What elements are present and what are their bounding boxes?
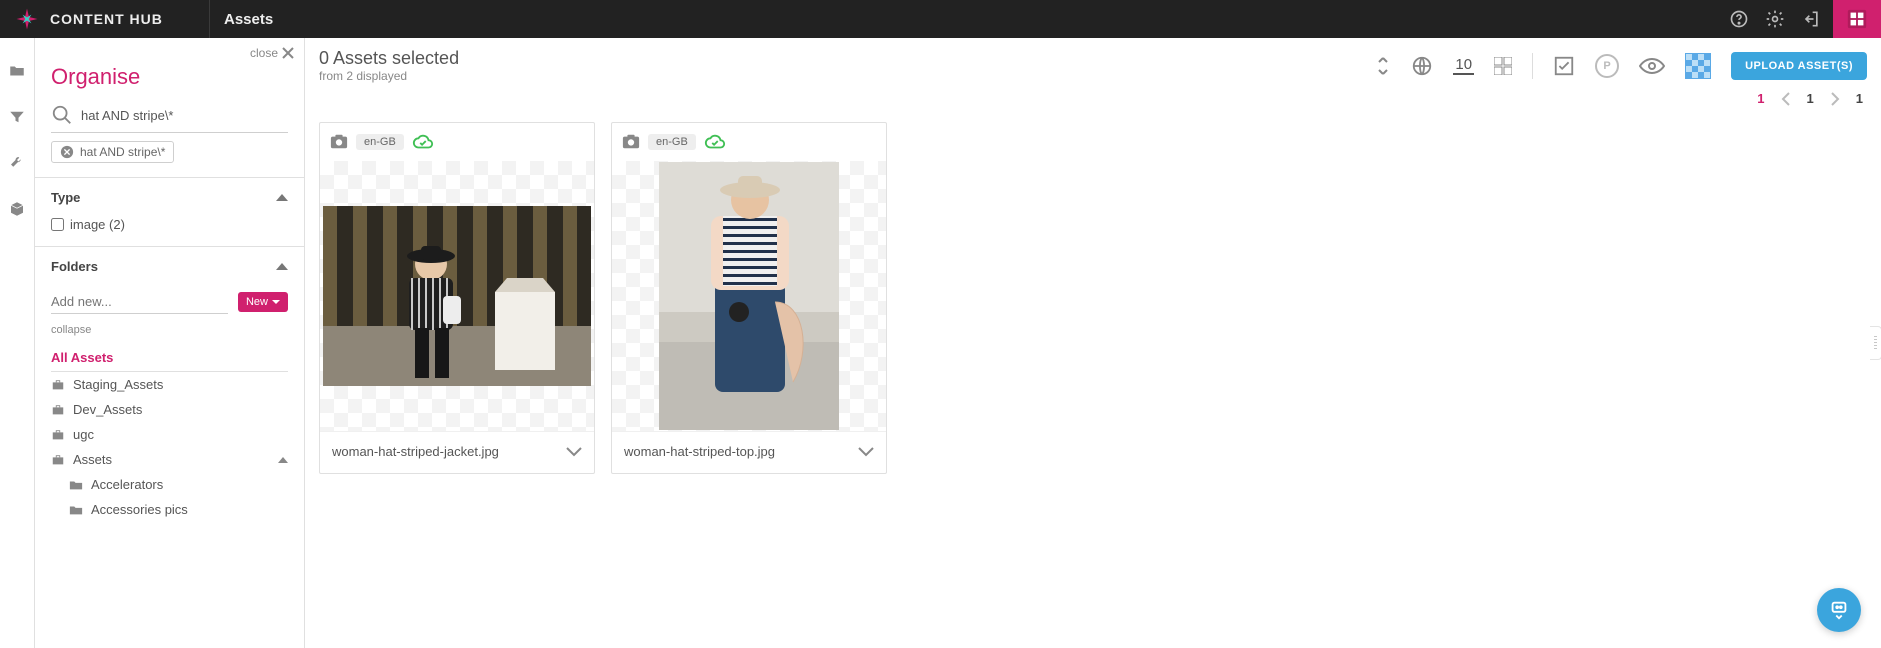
cloud-icon	[412, 131, 434, 153]
pager: 1 1 1	[305, 89, 1881, 116]
folder-item[interactable]: Accessories pics	[51, 497, 288, 522]
briefcase-icon	[51, 403, 65, 417]
folder-label: Staging_Assets	[73, 377, 163, 392]
main-panel: 0 Assets selected from 2 displayed 10 P …	[305, 38, 1881, 648]
folder-label: ugc	[73, 427, 94, 442]
folder-item[interactable]: Assets	[51, 447, 288, 472]
locale-badge: en-GB	[648, 134, 696, 150]
sidebar-close[interactable]: close	[35, 38, 304, 60]
folders-section-header[interactable]: Folders	[35, 247, 304, 286]
sidebar: close Organise hat AND stripe\* Type ima…	[35, 38, 305, 648]
caret-down-icon	[272, 300, 280, 304]
brand-text: CONTENT HUB	[50, 11, 163, 27]
chevron-up-icon	[276, 263, 288, 270]
header-actions	[1717, 9, 1833, 29]
all-assets-link[interactable]: All Assets	[51, 344, 288, 372]
folder-label: Accelerators	[91, 477, 163, 492]
chip-remove-icon[interactable]	[60, 145, 74, 159]
chevron-down-icon[interactable]	[858, 447, 874, 457]
photo-icon	[622, 133, 640, 151]
new-btn-label: New	[246, 296, 268, 308]
chevron-up-icon	[276, 194, 288, 201]
globe-icon[interactable]	[1411, 55, 1433, 77]
page-title: Assets	[210, 11, 287, 28]
chevron-down-icon[interactable]	[566, 447, 582, 457]
locale-badge: en-GB	[356, 134, 404, 150]
pager-next-icon[interactable]	[1830, 92, 1840, 106]
folder-label: Assets	[73, 452, 112, 467]
close-icon	[282, 47, 294, 59]
brand-icon	[14, 6, 40, 32]
app-header: CONTENT HUB Assets	[0, 0, 1881, 38]
folder-label: Accessories pics	[91, 502, 188, 517]
pager-last[interactable]: 1	[1856, 91, 1863, 106]
asset-grid: en-GB woman-hat-striped-jacket.jpg en-GB	[305, 116, 1881, 480]
pager-current: 1	[1807, 91, 1814, 106]
search-input[interactable]	[51, 102, 288, 133]
search-icon	[51, 104, 73, 126]
preview-icon[interactable]	[1639, 57, 1665, 75]
photo-icon	[330, 133, 348, 151]
asset-card[interactable]: en-GB woman-hat-striped-top.jpg	[611, 122, 887, 474]
add-folder-input[interactable]	[51, 290, 228, 314]
asset-card[interactable]: en-GB woman-hat-striped-jacket.jpg	[319, 122, 595, 474]
filter-icon[interactable]	[8, 108, 26, 126]
folder-icon[interactable]	[8, 62, 26, 80]
brand-block[interactable]: CONTENT HUB	[0, 0, 210, 38]
selection-subtitle: from 2 displayed	[319, 69, 459, 83]
page-size[interactable]: 10	[1453, 56, 1474, 75]
folder-item[interactable]: Staging_Assets	[51, 372, 288, 397]
chevron-up-icon	[278, 457, 288, 463]
type-section-header[interactable]: Type	[35, 178, 304, 217]
grid-view-icon[interactable]	[1494, 57, 1512, 75]
folder-icon	[69, 478, 83, 492]
logout-icon[interactable]	[1801, 9, 1821, 29]
chat-bubble[interactable]	[1817, 588, 1861, 632]
chip-text: hat AND stripe\*	[80, 145, 165, 159]
pager-first[interactable]: 1	[1757, 91, 1764, 106]
toolbar: 0 Assets selected from 2 displayed 10 P …	[305, 38, 1881, 89]
search-chip[interactable]: hat AND stripe\*	[51, 141, 174, 163]
briefcase-icon	[51, 428, 65, 442]
help-icon[interactable]	[1729, 9, 1749, 29]
folders-title: Folders	[51, 259, 98, 274]
pager-prev-icon[interactable]	[1781, 92, 1791, 106]
search-field[interactable]	[81, 108, 288, 123]
image-checkbox[interactable]	[51, 218, 64, 231]
select-all-icon[interactable]	[1553, 55, 1575, 77]
type-title: Type	[51, 190, 80, 205]
panel-handle[interactable]	[1870, 326, 1881, 360]
asset-filename: woman-hat-striped-top.jpg	[624, 444, 775, 459]
selection-count: 0 Assets selected	[319, 48, 459, 69]
sidebar-title: Organise	[35, 60, 304, 102]
cloud-icon	[704, 131, 726, 153]
transparency-toggle[interactable]	[1685, 53, 1711, 79]
close-label: close	[250, 46, 278, 60]
upload-button[interactable]: UPLOAD ASSET(S)	[1731, 52, 1867, 80]
asset-filename: woman-hat-striped-jacket.jpg	[332, 444, 499, 459]
app-switcher[interactable]	[1833, 0, 1881, 38]
gear-icon[interactable]	[1765, 9, 1785, 29]
folder-icon	[69, 503, 83, 517]
collapse-folders[interactable]: collapse	[35, 322, 304, 344]
briefcase-icon	[51, 378, 65, 392]
folder-item[interactable]: Accelerators	[51, 472, 288, 497]
briefcase-icon	[51, 453, 65, 467]
folder-item[interactable]: ugc	[51, 422, 288, 447]
asset-thumbnail[interactable]	[612, 161, 886, 431]
sort-icon[interactable]	[1375, 56, 1391, 76]
package-icon[interactable]	[8, 200, 26, 218]
folder-item[interactable]: Dev_Assets	[51, 397, 288, 422]
p-badge[interactable]: P	[1595, 54, 1619, 78]
new-folder-button[interactable]: New	[238, 292, 288, 312]
folder-label: Dev_Assets	[73, 402, 142, 417]
asset-thumbnail[interactable]	[320, 161, 594, 431]
tools-icon[interactable]	[8, 154, 26, 172]
image-count-label: image (2)	[70, 217, 125, 232]
type-option-image[interactable]: image (2)	[35, 217, 304, 246]
icon-rail	[0, 38, 35, 648]
